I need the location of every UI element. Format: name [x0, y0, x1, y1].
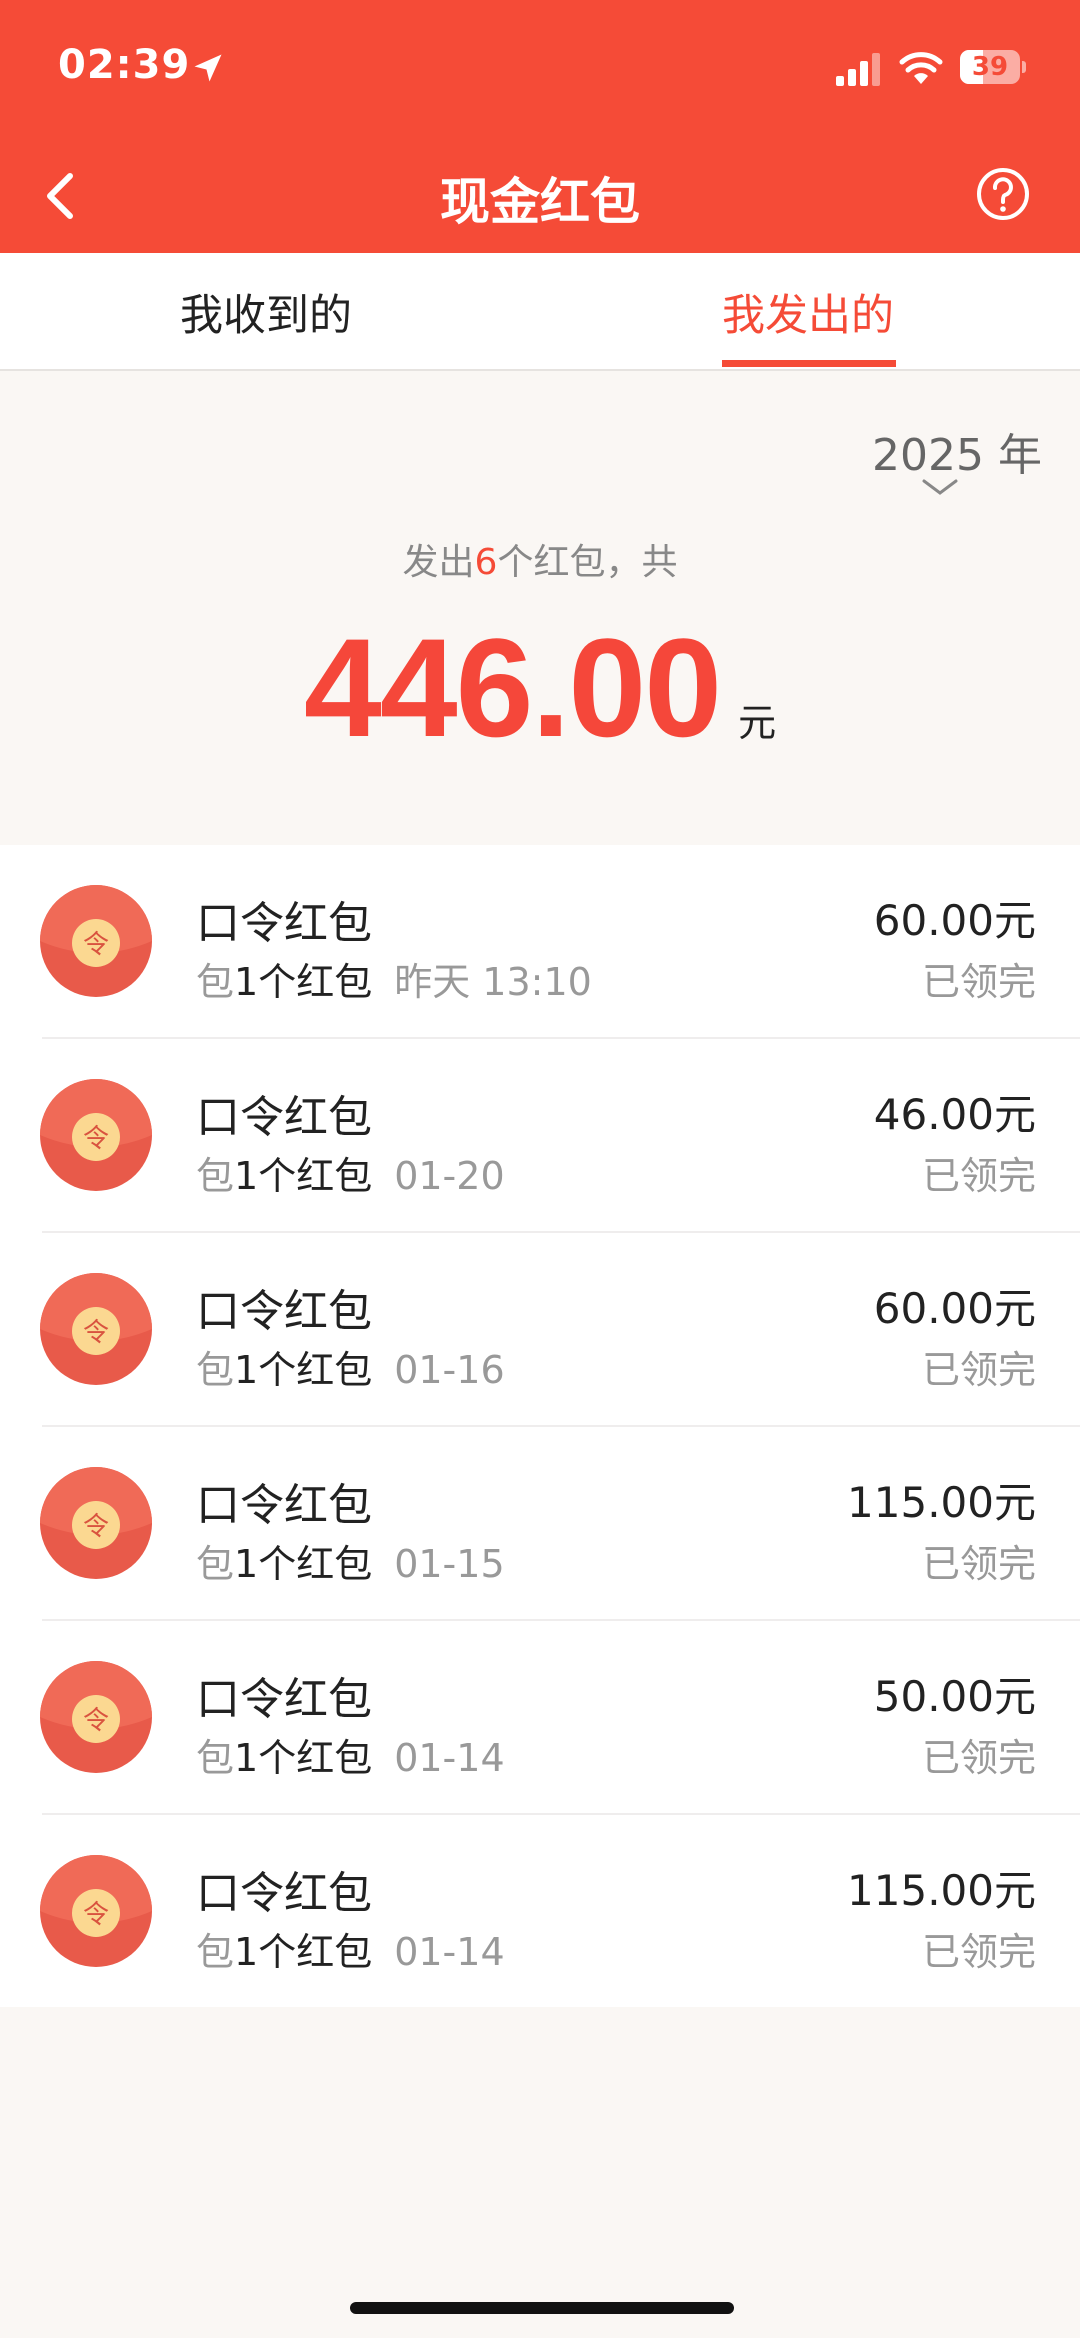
item-subtitle: 包1个红包 01-20: [196, 1145, 505, 1200]
item-title: 口令红包: [196, 1480, 372, 1531]
item-sub-prefix: 包: [196, 1930, 235, 1974]
red-packet-icon: 令: [40, 885, 152, 997]
item-packet-count: 1个红包: [234, 1154, 373, 1198]
item-title: 口令红包: [196, 898, 372, 949]
item-date: 01-14: [394, 1930, 505, 1974]
item-amount: 46.00元: [873, 1090, 1036, 1139]
tab-received[interactable]: 我收到的: [180, 281, 352, 343]
item-date: 01-16: [394, 1348, 505, 1392]
item-subtitle: 包1个红包 01-14: [196, 1727, 505, 1782]
summary-suffix: 个红包，共: [497, 542, 678, 583]
summary-section: 2025 年 发出6个红包，共 446.00 元: [0, 371, 1080, 845]
item-date: 昨天 13:10: [394, 960, 592, 1004]
status-bar: 02:39 39: [0, 0, 1080, 140]
active-tab-indicator: [722, 360, 896, 367]
wifi-icon: [899, 52, 943, 84]
list-item[interactable]: 令 口令红包 包1个红包 01-15 115.00元 已领完: [0, 1427, 1080, 1621]
red-packet-glyph: 令: [83, 1318, 109, 1348]
item-status: 已领完: [921, 1154, 1036, 1198]
item-date: 01-15: [394, 1542, 505, 1586]
summary-text: 发出6个红包，共: [0, 533, 1080, 585]
item-amount: 50.00元: [873, 1672, 1036, 1721]
tab-bar: 我收到的 我发出的: [0, 253, 1080, 371]
red-packet-glyph: 令: [83, 1124, 109, 1154]
item-subtitle: 包1个红包 01-15: [196, 1533, 505, 1588]
battery-percentage: 39: [971, 52, 1009, 82]
item-status: 已领完: [921, 1348, 1036, 1392]
item-subtitle: 包1个红包 01-14: [196, 1921, 505, 1976]
list-item[interactable]: 令 口令红包 包1个红包 01-16 60.00元 已领完: [0, 1233, 1080, 1427]
item-status: 已领完: [921, 1736, 1036, 1780]
total-unit: 元: [738, 701, 777, 745]
item-subtitle: 包1个红包 01-16: [196, 1339, 505, 1394]
item-status: 已领完: [921, 960, 1036, 1004]
list-item[interactable]: 令 口令红包 包1个红包 01-20 46.00元 已领完: [0, 1039, 1080, 1233]
item-title: 口令红包: [196, 1092, 372, 1143]
item-date: 01-20: [394, 1154, 505, 1198]
item-packet-count: 1个红包: [234, 1542, 373, 1586]
red-packet-icon: 令: [40, 1467, 152, 1579]
total: 446.00 元: [0, 607, 1080, 769]
item-amount: 60.00元: [873, 1284, 1036, 1333]
chevron-down-icon[interactable]: [920, 477, 960, 499]
item-status: 已领完: [921, 1930, 1036, 1974]
status-time: 02:39: [58, 42, 191, 88]
tab-sent[interactable]: 我发出的: [722, 281, 894, 343]
item-date: 01-14: [394, 1736, 505, 1780]
item-subtitle: 包1个红包 昨天 13:10: [196, 951, 592, 1006]
location-arrow-icon: [194, 54, 222, 82]
item-packet-count: 1个红包: [234, 1348, 373, 1392]
item-sub-prefix: 包: [196, 1154, 235, 1198]
header: 02:39 39 现金红包: [0, 0, 1080, 253]
item-title: 口令红包: [196, 1674, 372, 1725]
list-item[interactable]: 令 口令红包 包1个红包 01-14 50.00元 已领完: [0, 1621, 1080, 1815]
red-packet-glyph: 令: [83, 1706, 109, 1736]
summary-prefix: 发出: [402, 542, 475, 583]
item-sub-prefix: 包: [196, 960, 235, 1004]
year-selector[interactable]: 2025 年: [872, 419, 1042, 483]
total-amount: 446.00: [303, 609, 722, 766]
home-indicator: [350, 2302, 734, 2314]
item-packet-count: 1个红包: [234, 960, 373, 1004]
battery-icon: 39: [960, 50, 1026, 84]
item-sub-prefix: 包: [196, 1542, 235, 1586]
red-packet-icon: 令: [40, 1273, 152, 1385]
page-title: 现金红包: [440, 173, 640, 231]
red-packet-icon: 令: [40, 1079, 152, 1191]
item-title: 口令红包: [196, 1868, 372, 1919]
item-packet-count: 1个红包: [234, 1930, 373, 1974]
red-packet-list: 令 口令红包 包1个红包 昨天 13:10 60.00元 已领完 令 口令红包 包…: [0, 845, 1080, 2007]
cellular-signal-icon: [836, 53, 880, 86]
item-title: 口令红包: [196, 1286, 372, 1337]
item-amount: 115.00元: [847, 1478, 1036, 1527]
item-amount: 60.00元: [873, 896, 1036, 945]
item-amount: 115.00元: [847, 1866, 1036, 1915]
red-packet-glyph: 令: [83, 930, 109, 960]
red-packet-icon: 令: [40, 1855, 152, 1967]
nav-bar: 现金红包: [0, 140, 1080, 253]
item-status: 已领完: [921, 1542, 1036, 1586]
item-sub-prefix: 包: [196, 1736, 235, 1780]
summary-count: 6: [474, 542, 498, 583]
item-sub-prefix: 包: [196, 1348, 235, 1392]
list-item[interactable]: 令 口令红包 包1个红包 01-14 115.00元 已领完: [0, 1815, 1080, 2009]
red-packet-glyph: 令: [83, 1512, 109, 1542]
red-packet-icon: 令: [40, 1661, 152, 1773]
item-packet-count: 1个红包: [234, 1736, 373, 1780]
red-packet-glyph: 令: [83, 1900, 109, 1930]
help-button[interactable]: [975, 166, 1031, 222]
list-item[interactable]: 令 口令红包 包1个红包 昨天 13:10 60.00元 已领完: [0, 845, 1080, 1039]
